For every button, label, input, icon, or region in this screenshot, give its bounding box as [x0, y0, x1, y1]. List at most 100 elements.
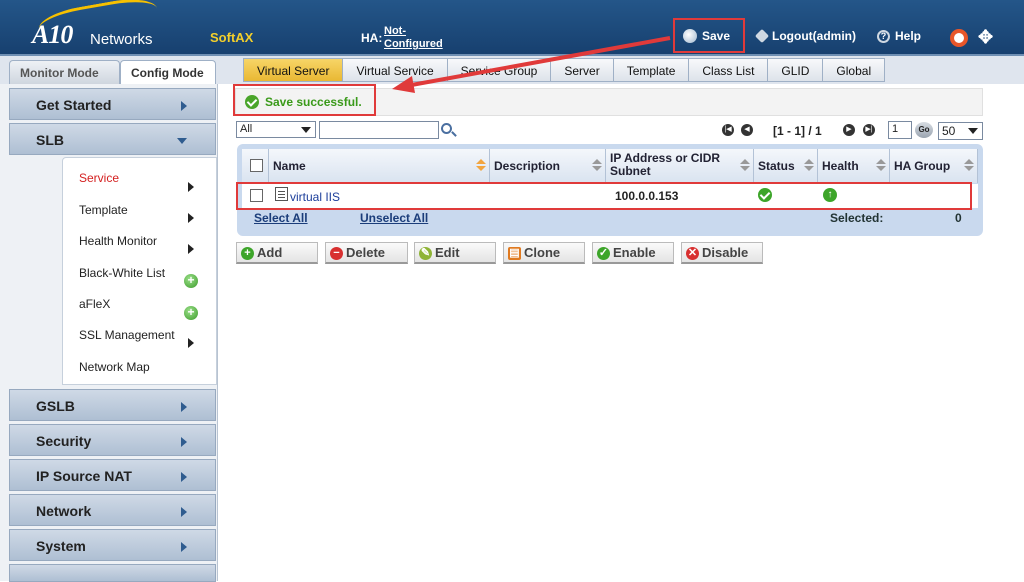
tab-service-group[interactable]: Service Group: [447, 58, 552, 82]
subnav-service[interactable]: Service: [79, 171, 119, 185]
column-label: Description: [494, 159, 561, 173]
nav-gslb[interactable]: GSLB: [9, 389, 216, 421]
tab-global[interactable]: Global: [823, 58, 886, 82]
delete-icon: −: [330, 247, 343, 260]
column-health[interactable]: Health: [818, 149, 890, 183]
subnav-ssl-management[interactable]: SSL Management: [79, 328, 175, 342]
edit-button[interactable]: ✎ Edit: [414, 242, 496, 264]
logout-label: Logout(admin): [772, 29, 856, 43]
tab-server[interactable]: Server: [551, 58, 614, 82]
selected-label: Selected:: [830, 211, 884, 225]
nav-label: SLB: [36, 132, 64, 148]
button-label: Edit: [435, 245, 460, 260]
logout-button[interactable]: Logout(admin): [754, 28, 856, 44]
next-page-icon[interactable]: ▶: [843, 124, 855, 136]
enable-icon: ✓: [597, 247, 610, 260]
sort-desc-icon: [804, 166, 814, 171]
column-label: IP Address or CIDR Subnet: [610, 151, 721, 178]
help-button[interactable]: ? Help: [877, 29, 921, 43]
subnav-aflex[interactable]: aFleX: [79, 297, 110, 311]
subnav-template[interactable]: Template: [79, 203, 128, 217]
nav-label: Security: [36, 433, 92, 449]
subnav-health-monitor[interactable]: Health Monitor: [79, 234, 157, 248]
column-label: Health: [822, 159, 859, 173]
chevron-right-icon: [181, 542, 187, 552]
tab-monitor-mode[interactable]: Monitor Mode: [9, 60, 120, 84]
chevron-right-icon: [188, 182, 194, 192]
column-description[interactable]: Description: [490, 149, 606, 183]
chevron-right-icon: [181, 472, 187, 482]
clone-icon: ▤: [508, 247, 521, 260]
subnav-black-white-list[interactable]: Black-White List: [79, 266, 165, 280]
nav-more[interactable]: [9, 564, 216, 582]
nav-label: Network: [36, 503, 92, 519]
sort-desc-icon: [740, 166, 750, 171]
add-icon: +: [241, 247, 254, 260]
fullscreen-icon[interactable]: ✥: [978, 28, 996, 46]
nav-ip-source-nat[interactable]: IP Source NAT: [9, 459, 216, 491]
tab-glid[interactable]: GLID: [768, 58, 824, 82]
sort-desc-icon: [876, 166, 886, 171]
lifebuoy-icon[interactable]: [950, 29, 968, 47]
select-all-link[interactable]: Select All: [254, 211, 308, 225]
sort-asc-icon: [476, 159, 486, 164]
row-highlight-box: [236, 182, 972, 210]
tab-class-list[interactable]: Class List: [689, 58, 769, 82]
sort-asc-icon: [592, 159, 602, 164]
nav-security[interactable]: Security: [9, 424, 216, 456]
prev-page-icon[interactable]: ◀: [741, 124, 753, 136]
go-button[interactable]: Go: [915, 122, 933, 138]
last-page-icon[interactable]: ▶|: [863, 124, 875, 136]
delete-button[interactable]: − Delete: [325, 242, 408, 264]
save-highlight-box: [673, 18, 745, 53]
search-input[interactable]: [319, 121, 439, 139]
sort-desc-icon: [592, 166, 602, 171]
clone-button[interactable]: ▤ Clone: [503, 242, 585, 264]
nav-get-started[interactable]: Get Started: [9, 88, 216, 120]
page-size-select[interactable]: 50: [938, 122, 983, 140]
add-aflex-icon[interactable]: +: [184, 306, 198, 320]
nav-label: System: [36, 538, 86, 554]
page-input[interactable]: 1: [888, 121, 912, 139]
column-ha-group[interactable]: HA Group: [890, 149, 978, 183]
select-all-checkbox[interactable]: [250, 159, 263, 172]
button-label: Clone: [524, 245, 561, 260]
first-page-icon[interactable]: |◀: [722, 124, 734, 136]
slb-tabs: Virtual Server Virtual Service Service G…: [243, 58, 886, 82]
selected-count: 0: [955, 211, 962, 225]
disable-button[interactable]: ✕ Disable: [681, 242, 763, 264]
column-status[interactable]: Status: [754, 149, 818, 183]
sort-asc-icon: [740, 159, 750, 164]
nav-network[interactable]: Network: [9, 494, 216, 526]
sort-asc-icon: [876, 159, 886, 164]
filter-select[interactable]: All: [236, 121, 316, 138]
chevron-right-icon: [181, 437, 187, 447]
tab-virtual-server[interactable]: Virtual Server: [243, 58, 344, 82]
nav-slb[interactable]: SLB: [9, 123, 216, 155]
disable-icon: ✕: [686, 247, 699, 260]
column-name[interactable]: Name: [269, 149, 490, 183]
button-label: Add: [257, 245, 283, 260]
tab-template[interactable]: Template: [613, 58, 690, 82]
chevron-down-icon: [177, 138, 187, 144]
logo-a10-text: A10: [32, 20, 73, 49]
tab-config-mode[interactable]: Config Mode: [120, 60, 216, 86]
ha-status-link[interactable]: Not-Configured: [384, 25, 448, 51]
nav-system[interactable]: System: [9, 529, 216, 561]
chevron-right-icon: [181, 507, 187, 517]
help-icon: ?: [877, 29, 890, 43]
enable-button[interactable]: ✓ Enable: [592, 242, 674, 264]
logo-networks-text: Networks: [90, 31, 153, 48]
product-name: SoftAX: [210, 30, 254, 45]
key-icon: [754, 28, 770, 44]
add-button[interactable]: + Add: [236, 242, 318, 264]
unselect-all-link[interactable]: Unselect All: [360, 211, 428, 225]
tab-virtual-service[interactable]: Virtual Service: [343, 58, 448, 82]
sort-asc-icon: [964, 159, 974, 164]
subnav-network-map[interactable]: Network Map: [79, 360, 150, 374]
column-ip-address[interactable]: IP Address or CIDR Subnet: [606, 149, 754, 183]
chevron-right-icon: [188, 338, 194, 348]
add-black-white-list-icon[interactable]: +: [184, 274, 198, 288]
search-icon[interactable]: [441, 123, 452, 134]
chevron-right-icon: [181, 101, 187, 111]
